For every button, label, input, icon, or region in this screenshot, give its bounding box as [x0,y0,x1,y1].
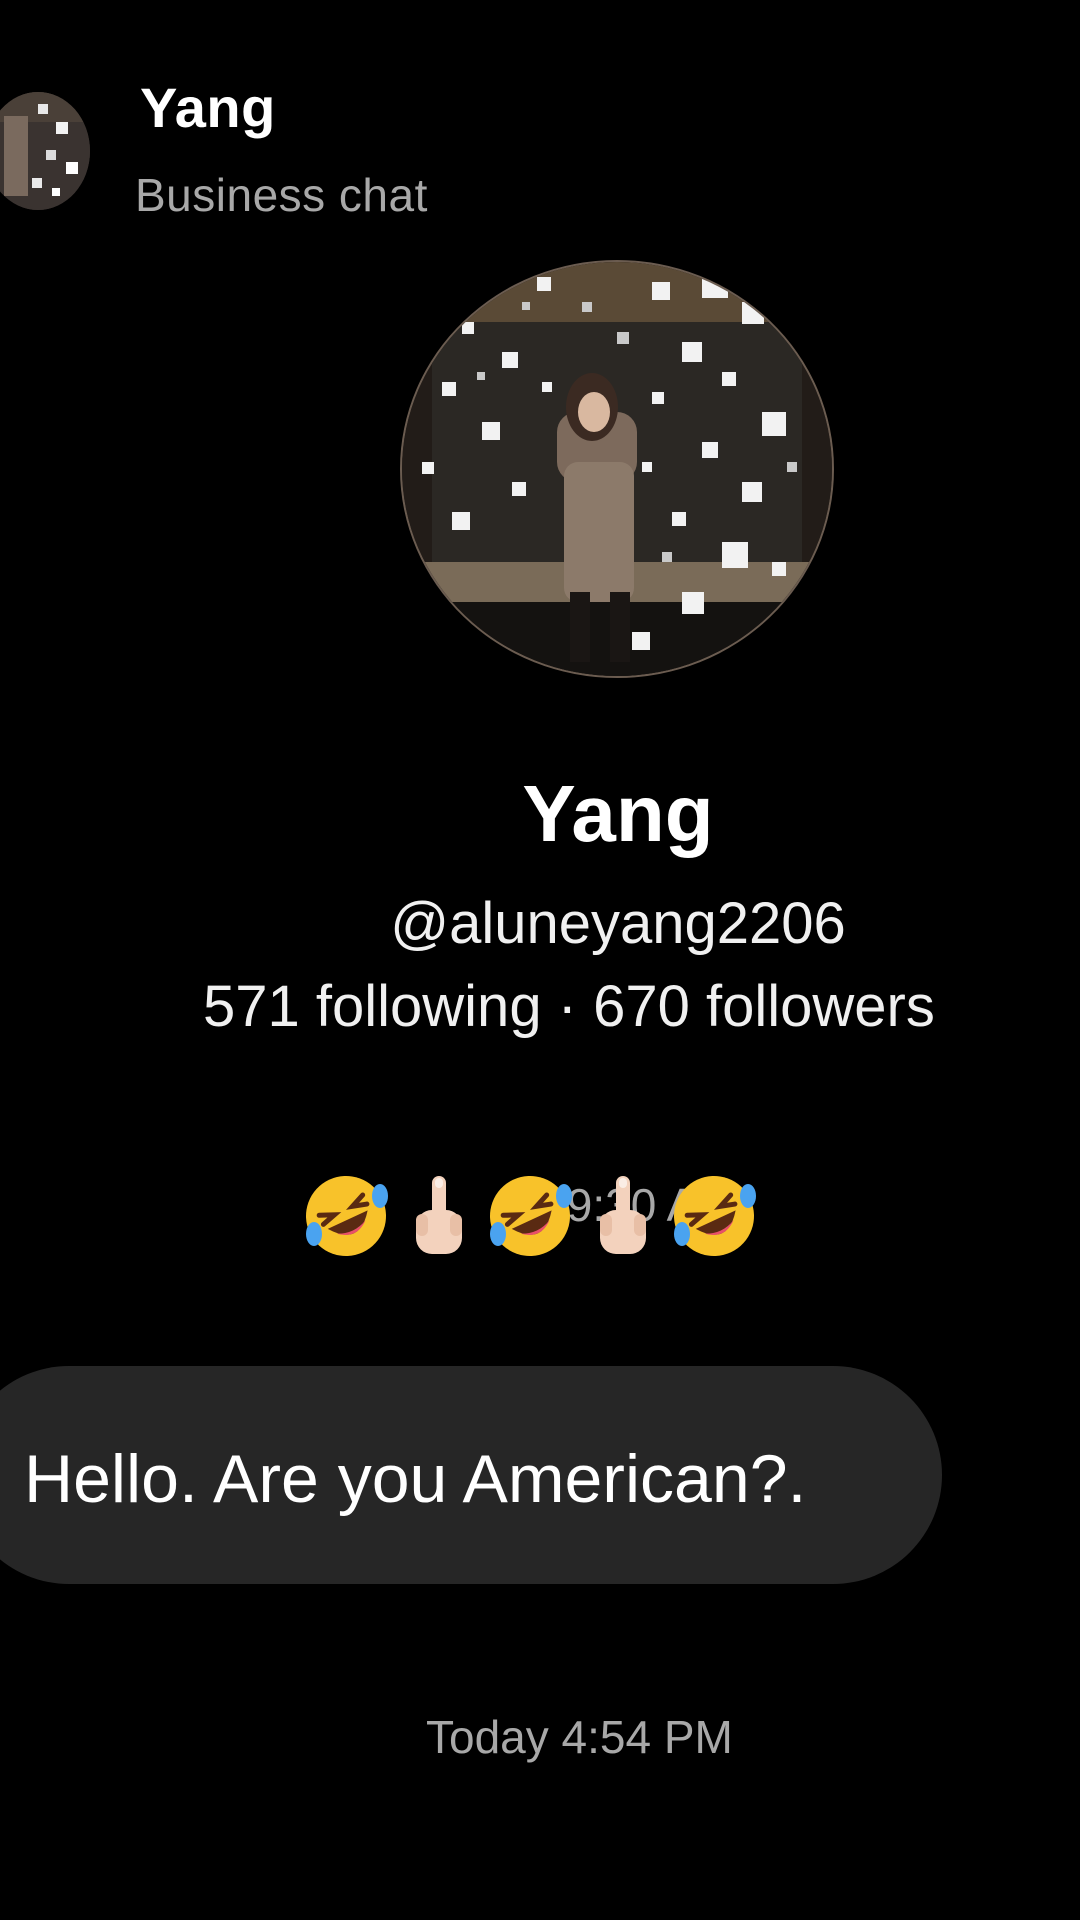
rolling-on-floor-laughing-icon [306,1176,388,1256]
profile-handle[interactable]: @aluneyang2206 [0,890,1080,957]
profile-stats: 571 following · 670 followers [203,974,935,1039]
header-subtitle: Business chat [135,169,428,221]
emoji-sticker-overlay [300,1170,760,1262]
rolling-on-floor-laughing-icon [674,1176,756,1256]
middle-finger-icon [416,1176,462,1254]
message-text: Hello. Are you American?. [24,1441,807,1517]
header-avatar[interactable] [0,92,90,210]
chat-header: Yang Business chat [0,0,1080,240]
profile-avatar[interactable] [402,262,832,676]
rolling-on-floor-laughing-icon [490,1176,572,1256]
header-contact-name[interactable]: Yang [140,64,276,144]
middle-finger-icon [600,1176,646,1254]
bottom-timestamp: Today 4:54 PM [426,1711,733,1763]
profile-name: Yang [522,769,714,858]
